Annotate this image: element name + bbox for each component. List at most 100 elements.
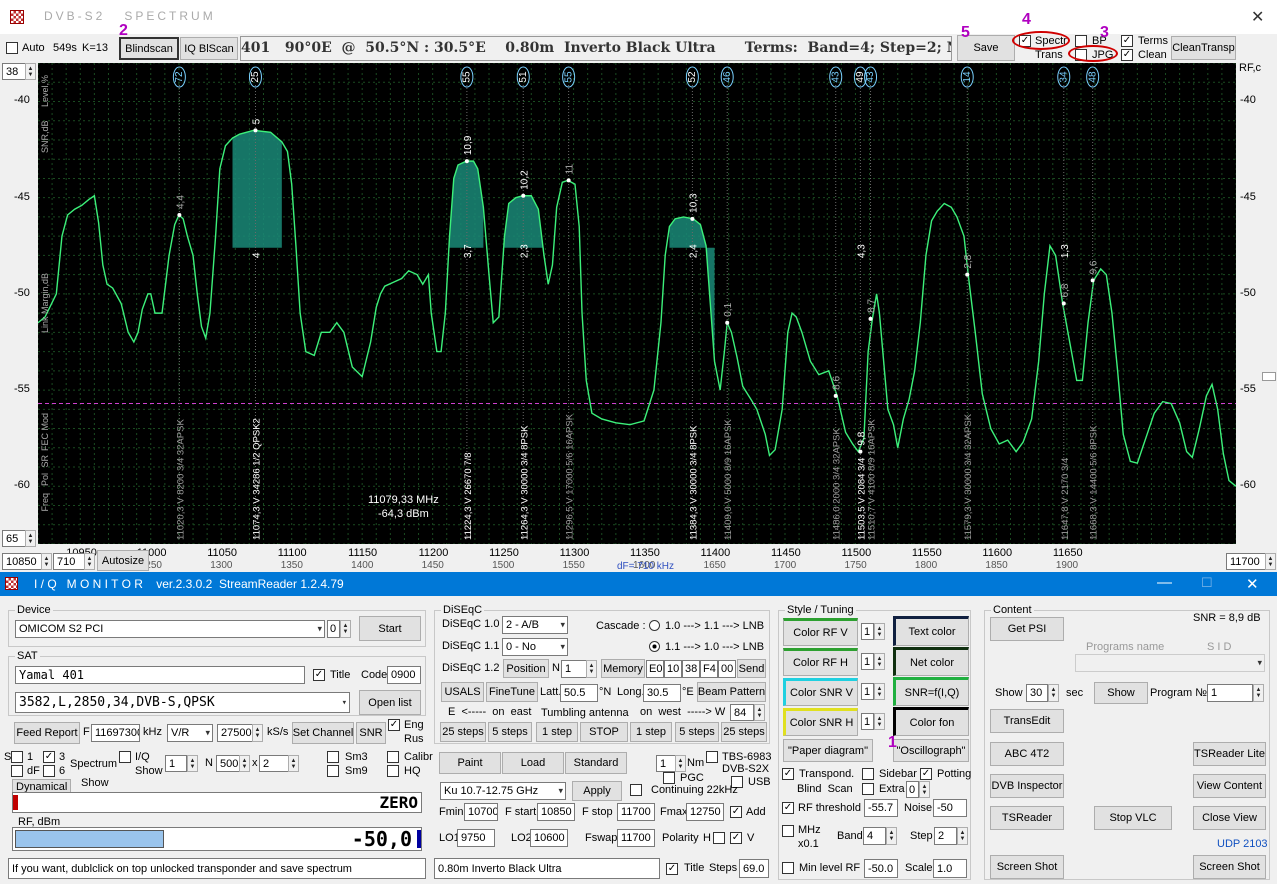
iq-val-input[interactable]: 1 bbox=[165, 755, 187, 772]
color-rf-v-button[interactable]: Color RF V bbox=[783, 618, 858, 646]
min-level-rf-checkbox[interactable] bbox=[782, 862, 794, 874]
v-checkbox[interactable]: ✓ bbox=[730, 832, 742, 844]
start-freq-input[interactable]: 10850 bbox=[2, 553, 42, 570]
apply-button[interactable]: Apply bbox=[572, 781, 622, 801]
show-sec-input[interactable]: 30 bbox=[1026, 684, 1048, 702]
snr-button[interactable]: SNR bbox=[356, 722, 386, 744]
s1-checkbox[interactable] bbox=[11, 751, 23, 763]
nm-input[interactable]: 1 bbox=[656, 755, 676, 772]
west-1-step-button[interactable]: 1 step bbox=[630, 722, 672, 742]
start-freq-spinner[interactable]: ▲ ▼ bbox=[41, 553, 52, 570]
close-view-button[interactable]: Close View bbox=[1193, 806, 1266, 830]
lo1-input[interactable]: 9750 bbox=[457, 829, 495, 847]
band-input[interactable]: 4 bbox=[863, 827, 886, 845]
position-input[interactable]: 1 bbox=[561, 660, 587, 678]
close-icon[interactable]: ✕ bbox=[1251, 7, 1264, 27]
spectrum-plot[interactable]: 72 11020,3 V 8200 3/4 32APSK 4,4 25 11074,3 … bbox=[38, 63, 1236, 544]
clean-checkbox[interactable]: ✓ bbox=[1121, 49, 1133, 61]
autosize-button[interactable]: Autosize bbox=[97, 550, 149, 571]
x-spinner[interactable]: ▲ ▼ bbox=[288, 755, 299, 772]
steps-input[interactable]: 69.0 bbox=[739, 859, 769, 878]
rf-threshold-checkbox[interactable]: ✓ bbox=[782, 802, 794, 814]
open-list-button[interactable]: Open list bbox=[359, 690, 421, 715]
scale-input[interactable]: 1.0 bbox=[933, 859, 967, 878]
end-freq-spinner[interactable]: ▲ ▼ bbox=[1265, 553, 1276, 570]
send-button[interactable]: Send bbox=[737, 659, 766, 678]
extra-input[interactable]: 0 bbox=[906, 781, 919, 798]
span-spinner[interactable]: ▲ ▼ bbox=[84, 553, 95, 570]
min-level-rf-input[interactable]: -50.0 bbox=[864, 859, 898, 878]
show-sec-spinner[interactable]: ▲ ▼ bbox=[1048, 684, 1059, 702]
west-steps-input[interactable]: 84 bbox=[730, 704, 754, 721]
usals-button[interactable]: USALS bbox=[441, 682, 484, 702]
diseqc10-select[interactable]: 2 - A/B bbox=[502, 616, 568, 634]
program-num-input[interactable]: 1 bbox=[1207, 684, 1253, 702]
step-spinner[interactable]: ▲ ▼ bbox=[957, 827, 968, 845]
snr-h-width-input[interactable]: 1 bbox=[861, 713, 874, 730]
get-psi-button[interactable]: Get PSI bbox=[990, 617, 1064, 641]
tsreader-lite-button[interactable]: TSReader Lite bbox=[1193, 742, 1266, 766]
snr-v-width-spinner[interactable]: ▲ ▼ bbox=[874, 683, 885, 700]
iq-val-spinner[interactable]: ▲ ▼ bbox=[187, 755, 198, 772]
device-num-spinner[interactable]: ▲ ▼ bbox=[340, 620, 351, 638]
blindscan-button[interactable]: Blindscan bbox=[119, 37, 179, 60]
freq-input[interactable]: 11697300 bbox=[91, 724, 140, 742]
extra-checkbox[interactable] bbox=[862, 783, 874, 795]
cont22-checkbox[interactable] bbox=[630, 784, 642, 796]
transponder-select[interactable]: 3582,L,2850,34,DVB-S,QPSK bbox=[15, 692, 350, 713]
abc-4t2-button[interactable]: ABC 4T2 bbox=[990, 742, 1064, 766]
view-content-button[interactable]: View Content bbox=[1193, 774, 1266, 798]
snr-h-width-spinner[interactable]: ▲ ▼ bbox=[874, 713, 885, 730]
n-spinner[interactable]: ▲ ▼ bbox=[239, 755, 250, 772]
right-scrollbar[interactable] bbox=[1262, 372, 1276, 381]
rf-v-width-input[interactable]: 1 bbox=[861, 623, 874, 640]
sat-name-input[interactable]: Yamal 401 bbox=[15, 666, 305, 684]
device-num-input[interactable]: 0 bbox=[327, 620, 340, 638]
end-freq-input[interactable]: 11700 bbox=[1226, 553, 1266, 570]
color-fon-button[interactable]: Color fon bbox=[893, 707, 969, 736]
transedit-button[interactable]: TransEdit bbox=[990, 709, 1064, 733]
noise-input[interactable]: -50 bbox=[933, 799, 967, 817]
tsreader-button[interactable]: TSReader bbox=[990, 806, 1064, 830]
clean-transp-button[interactable]: CleanTransp bbox=[1171, 36, 1236, 60]
sm9-checkbox[interactable] bbox=[327, 765, 339, 777]
extra-spinner[interactable]: ▲ ▼ bbox=[919, 781, 930, 798]
maximize-icon[interactable]: ☐ bbox=[1201, 575, 1213, 591]
paint-button[interactable]: Paint bbox=[439, 752, 501, 774]
color-snr-h-button[interactable]: Color SNR H bbox=[783, 708, 858, 736]
sr-input[interactable]: 27500 bbox=[217, 724, 253, 742]
show-program-button[interactable]: Show bbox=[1094, 682, 1148, 704]
calibr-checkbox[interactable] bbox=[387, 751, 399, 763]
finetune-button[interactable]: FineTune bbox=[486, 682, 538, 702]
level-bottom-input[interactable]: 65 bbox=[2, 530, 26, 547]
east-25-steps-button[interactable]: 25 steps bbox=[440, 722, 486, 742]
iq-close-icon[interactable]: ✕ bbox=[1246, 575, 1259, 593]
add-checkbox[interactable]: ✓ bbox=[730, 806, 742, 818]
eng-checkbox[interactable]: ✓ bbox=[388, 719, 400, 731]
program-num-spinner[interactable]: ▲ ▼ bbox=[1253, 684, 1264, 702]
s3-checkbox[interactable]: ✓ bbox=[43, 751, 55, 763]
level-top-spinner[interactable]: ▲ ▼ bbox=[25, 63, 36, 80]
west-25-steps-button[interactable]: 25 steps bbox=[721, 722, 767, 742]
standard-button[interactable]: Standard bbox=[565, 752, 627, 774]
minimize-icon[interactable]: — bbox=[1157, 574, 1172, 591]
east-1-step-button[interactable]: 1 step bbox=[536, 722, 578, 742]
mem-byte-3[interactable]: F4 bbox=[700, 660, 718, 678]
cascade-radio-1[interactable] bbox=[649, 620, 660, 631]
rf-h-width-spinner[interactable]: ▲ ▼ bbox=[874, 653, 885, 670]
level-top-input[interactable]: 38 bbox=[2, 63, 26, 80]
auto-checkbox[interactable] bbox=[6, 42, 18, 54]
west-5-steps-button[interactable]: 5 steps bbox=[675, 722, 719, 742]
position-button[interactable]: Position bbox=[503, 659, 549, 678]
df-checkbox[interactable] bbox=[11, 765, 23, 777]
text-color-button[interactable]: Text color bbox=[893, 616, 969, 646]
s6-checkbox[interactable] bbox=[43, 765, 55, 777]
tbs-checkbox[interactable] bbox=[706, 751, 718, 763]
mem-byte-4[interactable]: 00 bbox=[718, 660, 736, 678]
latt-input[interactable]: 50.5 bbox=[560, 684, 598, 702]
iq-blscan-button[interactable]: IQ BlScan bbox=[180, 37, 238, 60]
lo2-input[interactable]: 10600 bbox=[530, 829, 568, 847]
potting-checkbox[interactable]: ✓ bbox=[920, 768, 932, 780]
net-color-button[interactable]: Net color bbox=[893, 647, 969, 676]
antenna-title-checkbox[interactable]: ✓ bbox=[666, 863, 678, 875]
